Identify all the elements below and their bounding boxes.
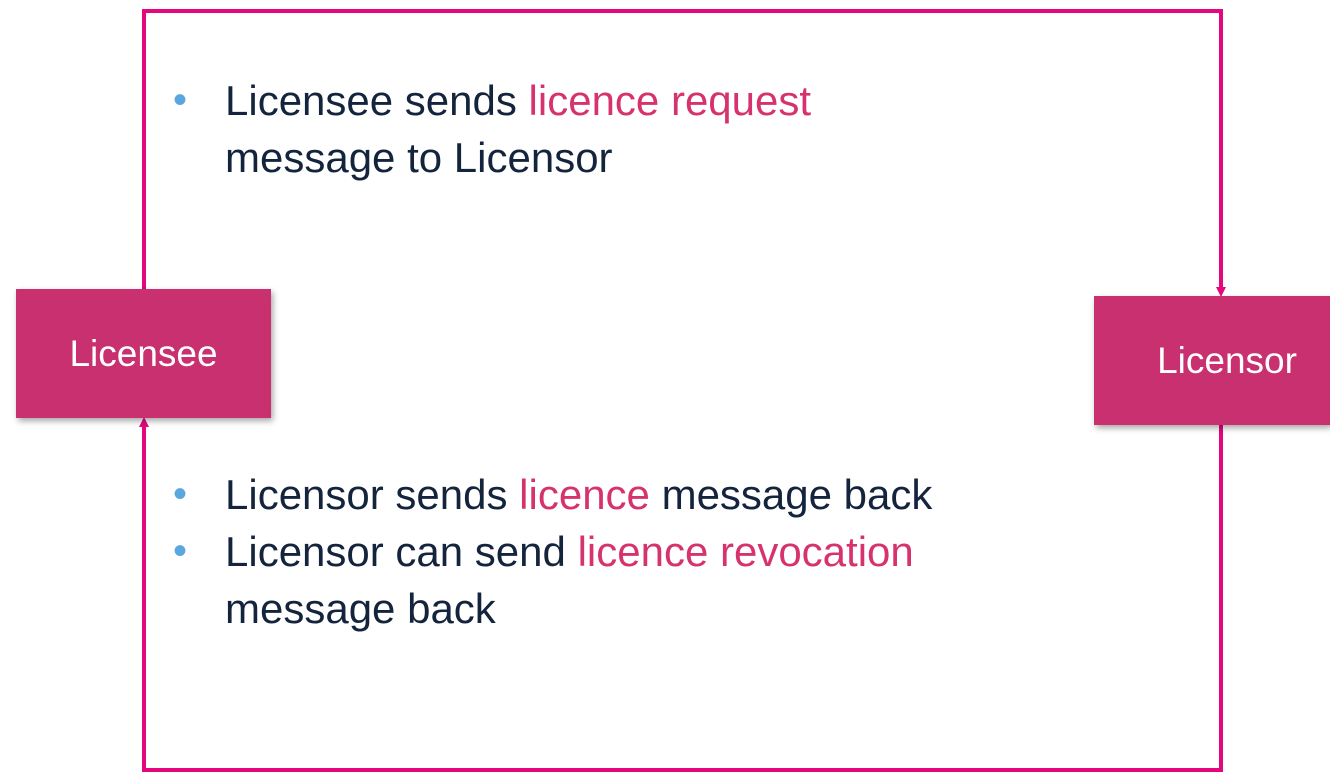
bullet-item: • Licensor can send licence revocation m… bbox=[165, 523, 1285, 637]
licensor-label: Licensor bbox=[1157, 339, 1297, 381]
bullet-text: Licensor can send bbox=[225, 528, 578, 575]
licensee-label: Licensee bbox=[69, 332, 218, 374]
bullet-dot-icon: • bbox=[172, 529, 187, 573]
bullet-dot-icon: • bbox=[172, 78, 187, 122]
bullet-item: • Licensor sends licence message back bbox=[165, 466, 1285, 523]
bullet-highlight: licence revocation bbox=[577, 528, 914, 575]
bullet-text-line2: message back bbox=[225, 585, 496, 632]
bullet-highlight: licence request bbox=[528, 77, 812, 124]
response-bullet-list: • Licensor sends licence message back • … bbox=[165, 466, 1285, 637]
bullet-highlight: licence bbox=[519, 471, 650, 518]
bullet-text: Licensor sends bbox=[225, 471, 520, 518]
request-bullet-list: • Licensee sends licence request message… bbox=[165, 72, 1165, 186]
bullet-text: Licensee sends bbox=[225, 77, 529, 124]
bullet-text-line2: message to Licensor bbox=[225, 134, 613, 181]
bullet-dot-icon: • bbox=[172, 472, 187, 516]
bullet-text-after: message back bbox=[649, 471, 933, 518]
licensor-node: Licensor bbox=[1094, 296, 1330, 425]
bullet-item: • Licensee sends licence request message… bbox=[165, 72, 1165, 186]
licensee-node: Licensee bbox=[16, 289, 271, 418]
